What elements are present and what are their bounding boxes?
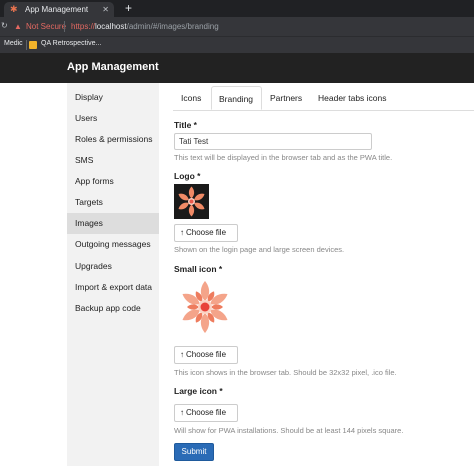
- small-icon-label: Small icon *: [174, 264, 223, 274]
- app-title: App Management: [67, 61, 159, 73]
- sidebar-item-targets[interactable]: Targets: [67, 192, 159, 213]
- url-host: localhost: [95, 22, 127, 31]
- title-label: Title *: [174, 120, 197, 130]
- logo-choose-file-label: Choose file: [186, 228, 227, 237]
- small-icon-preview: [182, 281, 228, 333]
- logo-preview: [174, 184, 209, 219]
- close-icon[interactable]: ✕: [102, 5, 109, 14]
- browser-tab[interactable]: ✱ App Management ✕: [4, 2, 114, 17]
- security-label[interactable]: Not Secure: [26, 22, 66, 31]
- flower-icon: [178, 186, 205, 217]
- sidebar-item-images[interactable]: Images: [67, 213, 159, 234]
- flower-favicon-icon: ✱: [10, 4, 18, 14]
- address-bar: ↻ ▲ Not Secure https://localhost/admin/#…: [0, 17, 474, 36]
- sidebar: Display Users Roles & permissions SMS Ap…: [67, 83, 159, 466]
- url-divider: [64, 21, 65, 32]
- bookmark-qa-retrospective[interactable]: QA Retrospective...: [41, 40, 101, 47]
- logo-label: Logo *: [174, 171, 201, 181]
- small-icon-choose-file-button[interactable]: ↑ Choose file: [174, 346, 238, 364]
- url-path: /admin/#/images/branding: [126, 22, 219, 31]
- tab-icons[interactable]: Icons: [181, 86, 201, 110]
- upload-arrow-icon: ↑: [180, 408, 184, 417]
- sidebar-item-roles-permissions[interactable]: Roles & permissions: [67, 129, 159, 150]
- bookmark-favicon-icon: [29, 41, 37, 49]
- bookmark-divider: [26, 40, 27, 50]
- upload-arrow-icon: ↑: [180, 228, 184, 237]
- browser-tab-bar: ✱ App Management ✕ +: [0, 0, 474, 17]
- sidebar-item-import-export[interactable]: Import & export data: [67, 277, 159, 298]
- large-icon-label: Large icon *: [174, 386, 223, 396]
- bookmark-medic[interactable]: Medic: [4, 40, 23, 47]
- upload-arrow-icon: ↑: [180, 350, 184, 359]
- small-icon-choose-file-label: Choose file: [186, 350, 227, 359]
- sidebar-item-display[interactable]: Display: [67, 87, 159, 108]
- new-tab-button[interactable]: +: [125, 1, 132, 15]
- sidebar-item-app-forms[interactable]: App forms: [67, 171, 159, 192]
- logo-help: Shown on the login page and large screen…: [174, 245, 345, 254]
- sidebar-item-backup-app-code[interactable]: Backup app code: [67, 298, 159, 319]
- tab-partners[interactable]: Partners: [270, 86, 302, 110]
- large-icon-choose-file-button[interactable]: ↑ Choose file: [174, 404, 238, 422]
- sidebar-item-sms[interactable]: SMS: [67, 150, 159, 171]
- tab-branding[interactable]: Branding: [211, 86, 262, 110]
- bookmarks-bar: Medic QA Retrospective...: [0, 36, 474, 53]
- app-header: App Management: [0, 53, 474, 83]
- small-icon-help: This icon shows in the browser tab. Shou…: [174, 368, 397, 377]
- sidebar-item-users[interactable]: Users: [67, 108, 159, 129]
- browser-tab-title: App Management: [25, 5, 89, 14]
- title-input[interactable]: [174, 133, 372, 150]
- logo-choose-file-button[interactable]: ↑ Choose file: [174, 224, 238, 242]
- warning-icon[interactable]: ▲: [14, 22, 22, 31]
- url-field[interactable]: https://localhost/admin/#/images/brandin…: [71, 22, 219, 31]
- image-tabs: Icons Branding Partners Header tabs icon…: [173, 86, 474, 111]
- sidebar-item-upgrades[interactable]: Upgrades: [67, 256, 159, 277]
- submit-button[interactable]: Submit: [174, 443, 214, 461]
- title-help: This text will be displayed in the brows…: [174, 153, 393, 162]
- reload-icon[interactable]: ↻: [1, 21, 8, 30]
- url-protocol: https://: [71, 22, 96, 31]
- tab-header-tabs-icons[interactable]: Header tabs icons: [318, 86, 387, 110]
- large-icon-help: Will show for PWA installations. Should …: [174, 426, 404, 435]
- large-icon-choose-file-label: Choose file: [186, 408, 227, 417]
- sidebar-item-outgoing-messages[interactable]: Outgoing messages: [67, 234, 159, 255]
